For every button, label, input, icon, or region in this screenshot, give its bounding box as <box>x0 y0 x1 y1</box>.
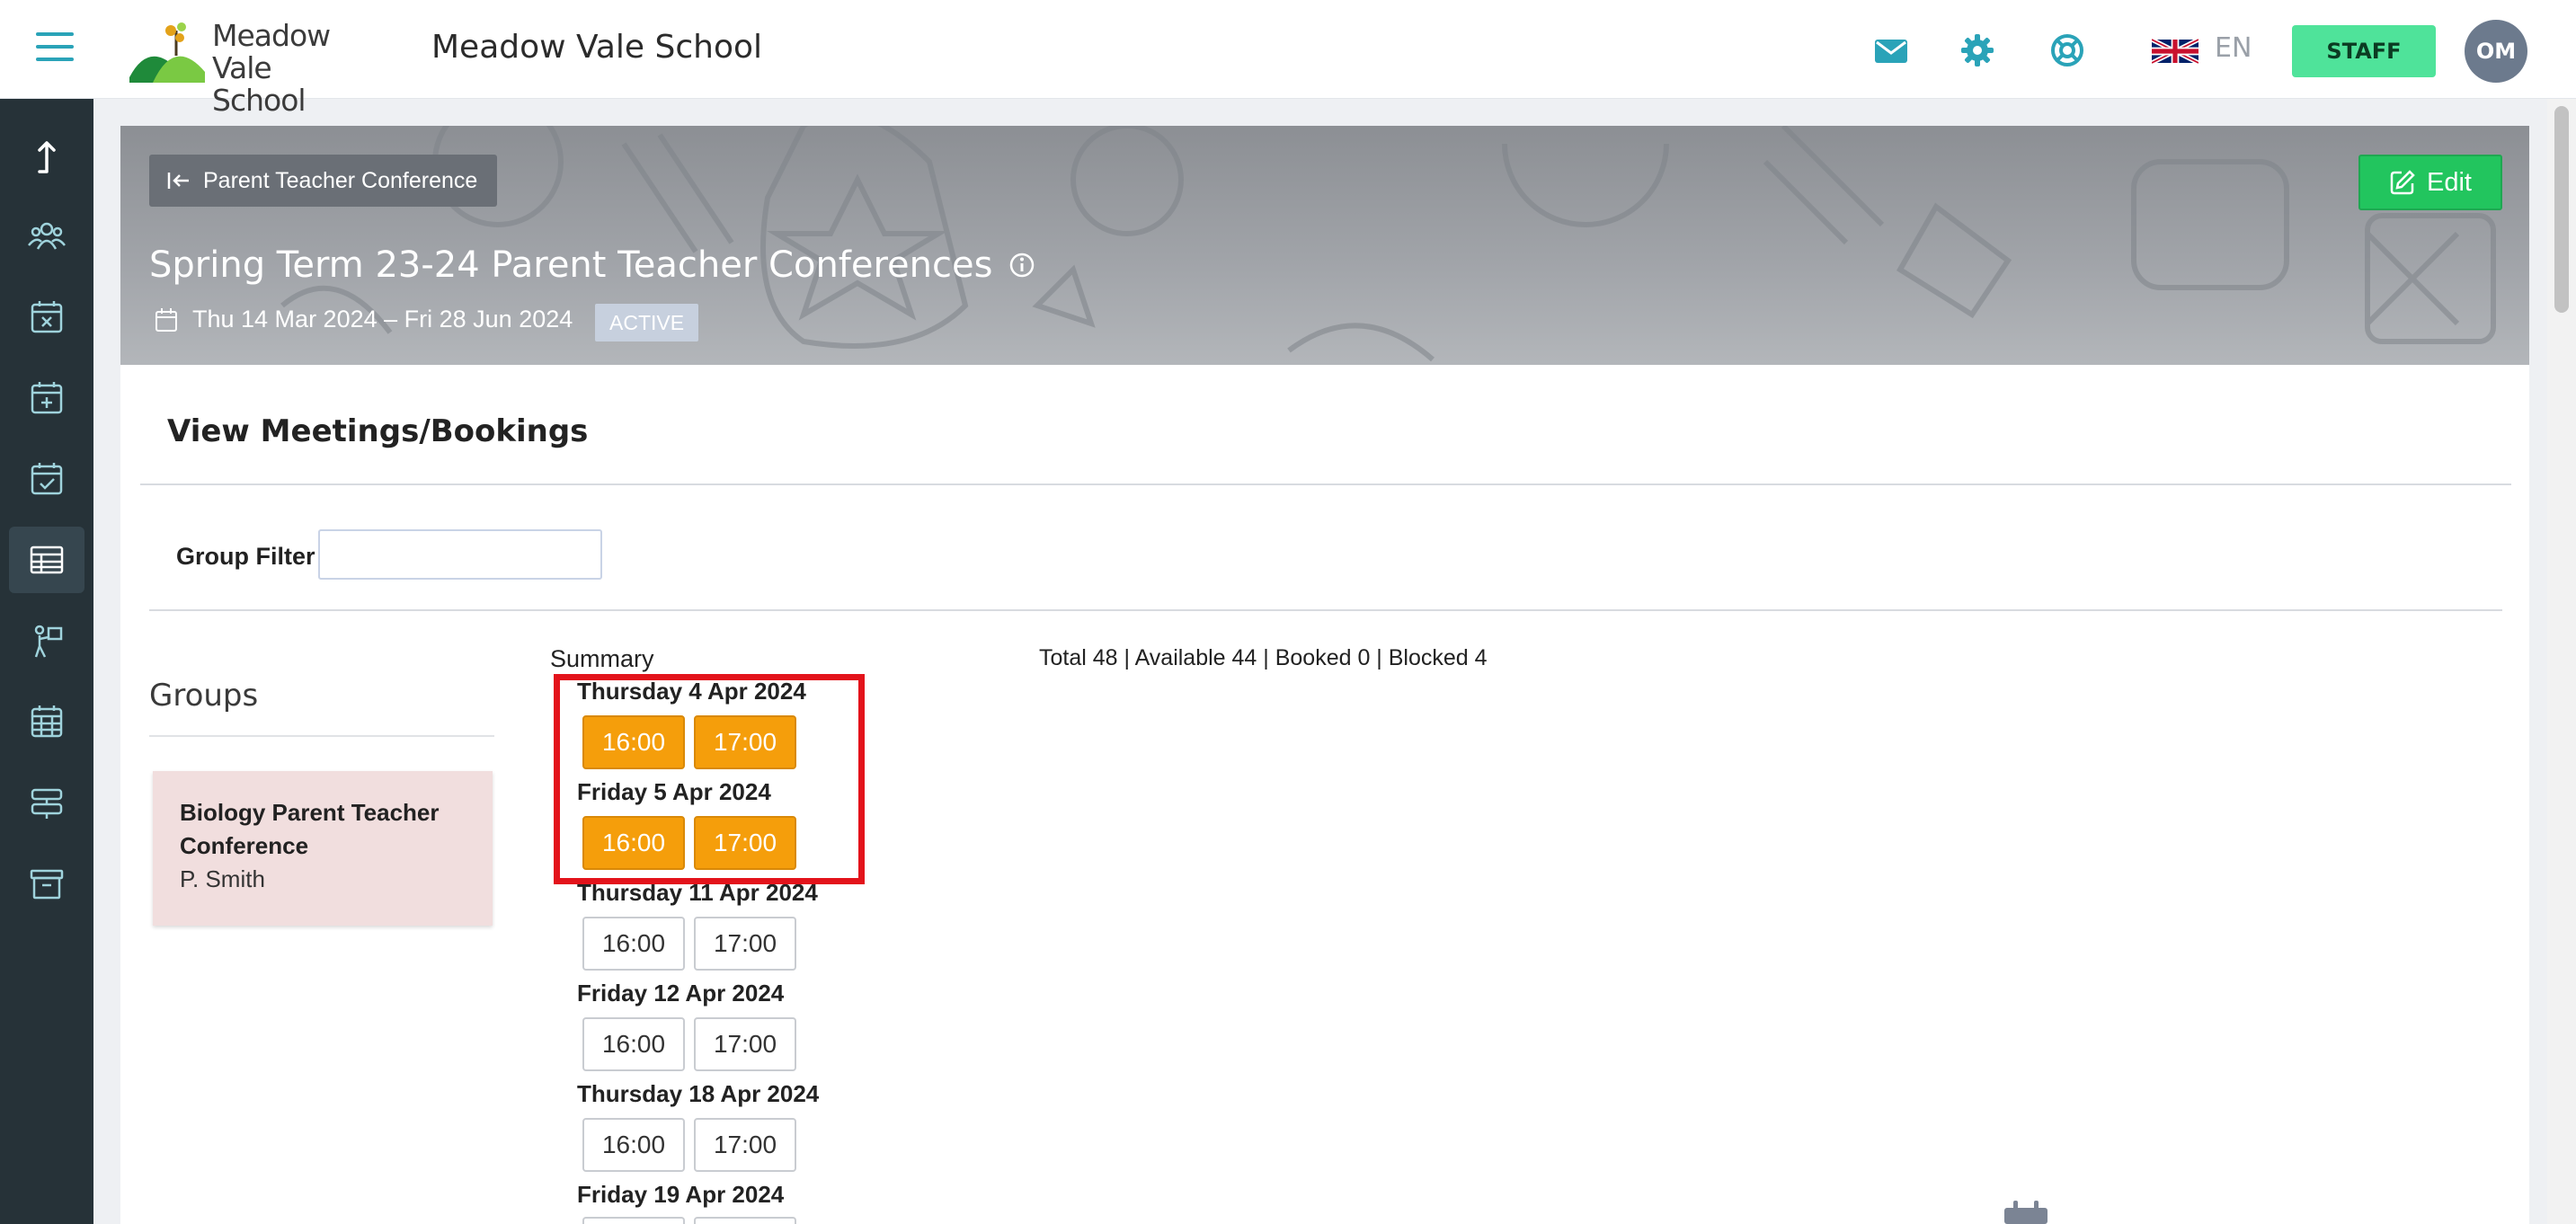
event-header: Parent Teacher Conference Edit Spring Te… <box>120 126 2529 365</box>
group-card-biology[interactable]: Biology Parent Teacher Conference P. Smi… <box>153 771 493 926</box>
time-slot[interactable]: 16:00 <box>582 1017 685 1071</box>
sidebar-item-bookings-table[interactable] <box>9 527 84 593</box>
date-range-text: Thu 14 Mar 2024 – Fri 28 Jun 2024 <box>192 306 573 333</box>
page-title: Spring Term 23-24 Parent Teacher Confere… <box>149 244 1035 286</box>
top-bar: Meadow Vale School Meadow Vale School EN… <box>0 0 2576 117</box>
language-selector[interactable]: EN <box>2215 32 2252 64</box>
sidebar-item-archive[interactable] <box>9 850 84 917</box>
calendar-check-icon <box>31 463 63 495</box>
calendar-plus-icon <box>31 382 63 414</box>
back-to-conference-button[interactable]: Parent Teacher Conference <box>149 155 498 207</box>
time-slot[interactable]: 16:00 <box>582 1118 685 1172</box>
group-filter-input[interactable] <box>318 529 602 580</box>
person-board-icon <box>34 625 63 658</box>
group-name-line2: Conference <box>180 832 309 859</box>
time-slot[interactable]: 16:00 <box>582 917 685 971</box>
divider <box>140 483 2511 485</box>
school-name: Meadow Vale School <box>431 29 763 66</box>
sidebar-item-new-event[interactable] <box>9 365 84 431</box>
scrollbar-thumb[interactable] <box>2554 106 2569 313</box>
sidebar-item-presenter[interactable] <box>9 608 84 674</box>
calendar-icon <box>155 307 177 332</box>
page-scrollbar[interactable] <box>2547 99 2576 1224</box>
section-title: View Meetings/Bookings <box>167 413 589 449</box>
summary-label: Summary <box>550 645 654 672</box>
group-teacher: P. Smith <box>180 865 265 892</box>
info-icon[interactable] <box>1008 252 1035 279</box>
time-slot[interactable]: 17:00 <box>694 917 796 971</box>
help-lifebuoy-icon[interactable] <box>2047 31 2087 70</box>
archive-icon <box>30 869 64 900</box>
signpost-icon <box>31 788 63 819</box>
time-slot[interactable] <box>582 1217 685 1224</box>
day-label: Friday 12 Apr 2024 <box>577 980 785 1007</box>
summary-stats: Total 48 | Available 44 | Booked 0 | Blo… <box>1039 645 1488 670</box>
divider <box>149 609 2502 611</box>
event-date-range: Thu 14 Mar 2024 – Fri 28 Jun 2024 <box>155 306 573 333</box>
staff-role-button[interactable]: STAFF <box>2292 25 2436 77</box>
edit-button-label: Edit <box>2427 167 2472 197</box>
mail-icon[interactable] <box>1871 31 1911 70</box>
sidebar-item-signpost[interactable] <box>9 769 84 836</box>
table-icon <box>30 545 64 574</box>
day-label: Thursday 18 Apr 2024 <box>577 1080 820 1107</box>
logo-text: Meadow Vale School <box>212 20 363 117</box>
divider <box>149 735 494 737</box>
calendar-x-icon <box>31 301 63 333</box>
status-badge: ACTIVE <box>595 304 699 341</box>
time-slot[interactable]: 17:00 <box>694 1118 796 1172</box>
sidebar-item-users[interactable] <box>9 203 84 270</box>
sidebar-item-upload[interactable] <box>9 122 84 189</box>
group-name-line1: Biology Parent Teacher <box>180 799 440 826</box>
users-icon <box>28 222 66 250</box>
logo-line2: Vale School <box>212 50 306 118</box>
sidebar-item-cancelled-events[interactable] <box>9 284 84 350</box>
menu-icon[interactable] <box>36 32 74 65</box>
event-title: Spring Term 23-24 Parent Teacher Confere… <box>149 244 993 286</box>
day-label: Friday 19 Apr 2024 <box>577 1181 785 1208</box>
gear-icon[interactable] <box>1958 31 1997 70</box>
school-logo[interactable]: Meadow Vale School <box>129 18 363 117</box>
avatar[interactable]: OM <box>2465 20 2527 83</box>
sidebar-item-calendar[interactable] <box>9 688 84 755</box>
arrow-left-to-line-icon <box>167 173 189 189</box>
sidebar-item-completed-events[interactable] <box>9 446 84 512</box>
group-name: Biology Parent Teacher Conference <box>180 796 466 863</box>
back-button-label: Parent Teacher Conference <box>203 167 478 193</box>
logo-line1: Meadow <box>212 18 331 53</box>
groups-title: Groups <box>149 678 259 714</box>
upload-icon <box>38 141 56 173</box>
group-filter-label: Group Filter <box>176 543 315 570</box>
uk-flag-icon[interactable] <box>2152 38 2198 65</box>
time-slot[interactable]: 17:00 <box>694 1017 796 1071</box>
sidebar <box>0 99 93 1224</box>
main-panel: Parent Teacher Conference Edit Spring Te… <box>120 126 2529 1224</box>
calendar-grid-icon <box>31 705 63 738</box>
selection-highlight <box>554 674 865 884</box>
calendar-icon <box>2004 1201 2047 1224</box>
edit-icon <box>2390 170 2415 195</box>
logo-hills-icon <box>129 22 205 83</box>
time-slot[interactable] <box>694 1217 796 1224</box>
edit-button[interactable]: Edit <box>2358 155 2502 210</box>
